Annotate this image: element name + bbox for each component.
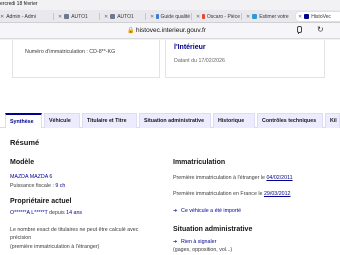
- favicon-icon: [304, 14, 310, 19]
- tab-label: Véhicule: [49, 118, 71, 124]
- browser-tab-label: Admin - Admi: [6, 13, 36, 20]
- close-icon[interactable]: ✕: [0, 14, 4, 20]
- status-bar: ercredi 18 février: [0, 0, 340, 9]
- premiere-immat-france: Première immatriculation en France le 29…: [173, 191, 290, 197]
- close-icon[interactable]: ✕: [246, 14, 250, 20]
- browser-tab-label: Oscaro - Pièce: [206, 13, 240, 20]
- vehicle-card: Numéro d'immatriculation : CD-8**-KG: [12, 40, 160, 78]
- browser-tab-label: HistoVec: [311, 13, 331, 20]
- immat-etranger-date: 04/02/2011: [266, 175, 293, 181]
- tab-label: Titulaire et Titre: [87, 118, 127, 124]
- reload-icon[interactable]: ↻: [317, 25, 324, 34]
- proprietaire-line: O******A L*****T depuis 14 ans: [10, 210, 82, 216]
- section-tabs: Synthèse Véhicule Titulaire et Titre Sit…: [0, 113, 340, 128]
- tab-synthese[interactable]: Synthèse: [5, 113, 42, 128]
- vehicule-importe-link[interactable]: Ce véhicule a été importé: [181, 208, 241, 214]
- tab-label: Kil: [330, 118, 337, 124]
- browser-tab-label: Estimer votre: [259, 13, 289, 20]
- immat-france-date: 29/03/2012: [263, 191, 291, 197]
- browser-tab[interactable]: ✕ Admin - Admi: [0, 12, 54, 21]
- tab-historique[interactable]: Historique: [213, 113, 255, 128]
- close-icon[interactable]: ✕: [104, 14, 108, 20]
- immat-france-label: Première immatriculation en France le: [173, 191, 264, 197]
- tab-separator: [191, 13, 192, 20]
- source-card: l'Intérieur Datant du 17/02/2026: [165, 40, 325, 78]
- tab-titulaire[interactable]: Titulaire et Titre: [82, 113, 137, 128]
- puissance-value: 9 ch: [55, 183, 66, 189]
- titulaires-note: précision: [10, 235, 32, 241]
- tab-label: Synthèse: [10, 118, 34, 125]
- close-icon[interactable]: ✕: [196, 14, 200, 20]
- tab-controles[interactable]: Contrôles techniques: [257, 113, 323, 128]
- proprietaire-heading: Propriétaire actuel: [10, 198, 72, 205]
- tab-label: Historique: [218, 118, 245, 124]
- tab-kilometrage[interactable]: Kil: [325, 113, 340, 128]
- modele-heading: Modèle: [10, 159, 35, 166]
- url-text[interactable]: histovec.interieur.gouv.fr: [136, 27, 206, 34]
- lock-icon: 🔒: [127, 28, 135, 34]
- modele-name: MAZDA MAZDA 6: [10, 174, 53, 180]
- source-title: l'Intérieur: [174, 44, 206, 51]
- tab-label: Contrôles techniques: [262, 118, 317, 124]
- page-content: Numéro d'immatriculation : CD-8**-KG l'I…: [0, 40, 340, 255]
- proprietaire-name: O******A L*****T: [10, 210, 48, 216]
- browser-tab-strip: ✕ Admin - Admi ✕ AUTO1 ✕ AUTO1 ✕ Guide q…: [0, 10, 340, 23]
- browser-tab[interactable]: ✕ AUTO1: [56, 12, 100, 21]
- titulaires-note: Le nombre exact de titulaires ne peut êt…: [10, 227, 139, 233]
- favicon-icon: [156, 14, 159, 19]
- tab-vehicule[interactable]: Véhicule: [44, 113, 80, 128]
- favicon-icon: [252, 14, 258, 19]
- favicon-icon: [110, 14, 116, 19]
- depuis-value: 14 ans: [66, 210, 83, 216]
- close-icon[interactable]: ✕: [150, 14, 154, 20]
- tab-separator: [53, 13, 54, 20]
- tab-separator: [145, 13, 146, 20]
- tab-separator: [99, 13, 100, 20]
- browser-tab[interactable]: ✕ Guide qualité: [148, 12, 192, 21]
- tab-separator: [241, 13, 242, 20]
- arrow-right-icon: ➜: [173, 208, 178, 214]
- browser-tab-label: AUTO1: [117, 13, 134, 20]
- close-icon[interactable]: ✕: [58, 14, 62, 20]
- tab-label: Situation administrative: [144, 118, 205, 124]
- immatriculation-heading: Immatriculation: [173, 159, 226, 166]
- immatriculation-number: Numéro d'immatriculation : CD-8**-KG: [25, 49, 116, 55]
- immat-etranger-label: Première immatriculation à l'étranger le: [173, 175, 267, 181]
- microphone-icon[interactable]: [296, 26, 302, 34]
- titulaires-note: (première immatriculation à l'étranger): [10, 244, 100, 250]
- rien-a-signaler-link[interactable]: Rien à signaler: [181, 239, 216, 245]
- favicon-icon: [202, 14, 205, 19]
- status-date: ercredi 18 février: [0, 1, 38, 7]
- arrow-right-icon: ➜: [173, 239, 178, 245]
- situation-subtext: (gages, opposition, vol...): [173, 247, 233, 253]
- browser-tab[interactable]: ✕ Oscaro - Pièce: [194, 12, 242, 21]
- premiere-immat-etranger: Première immatriculation à l'étranger le…: [173, 175, 293, 181]
- depuis-label: depuis: [47, 210, 67, 216]
- puissance-label: Puissance fiscale :: [10, 183, 56, 189]
- tab-situation[interactable]: Situation administrative: [139, 113, 211, 128]
- browser-tab-active[interactable]: ✕ HistoVec: [296, 12, 340, 21]
- address-bar[interactable]: 🔒 histovec.interieur.gouv.fr ↻: [0, 23, 340, 39]
- synthese-panel: Résumé Modèle MAZDA MAZDA 6 Puissance fi…: [0, 128, 340, 255]
- favicon-icon: [64, 14, 70, 19]
- resume-heading: Résumé: [10, 138, 40, 147]
- close-icon[interactable]: ✕: [298, 14, 302, 20]
- browser-tab[interactable]: ✕ AUTO1: [102, 12, 146, 21]
- browser-tab-label: Guide qualité: [160, 13, 190, 20]
- report-date: Datant du 17/02/2026: [174, 58, 225, 64]
- puissance-fiscale: Puissance fiscale : 9 ch: [10, 183, 65, 189]
- browser-tab-label: AUTO1: [71, 13, 88, 20]
- situation-heading: Situation administrative: [173, 226, 253, 233]
- browser-tab[interactable]: ✕ Estimer votre: [244, 12, 294, 21]
